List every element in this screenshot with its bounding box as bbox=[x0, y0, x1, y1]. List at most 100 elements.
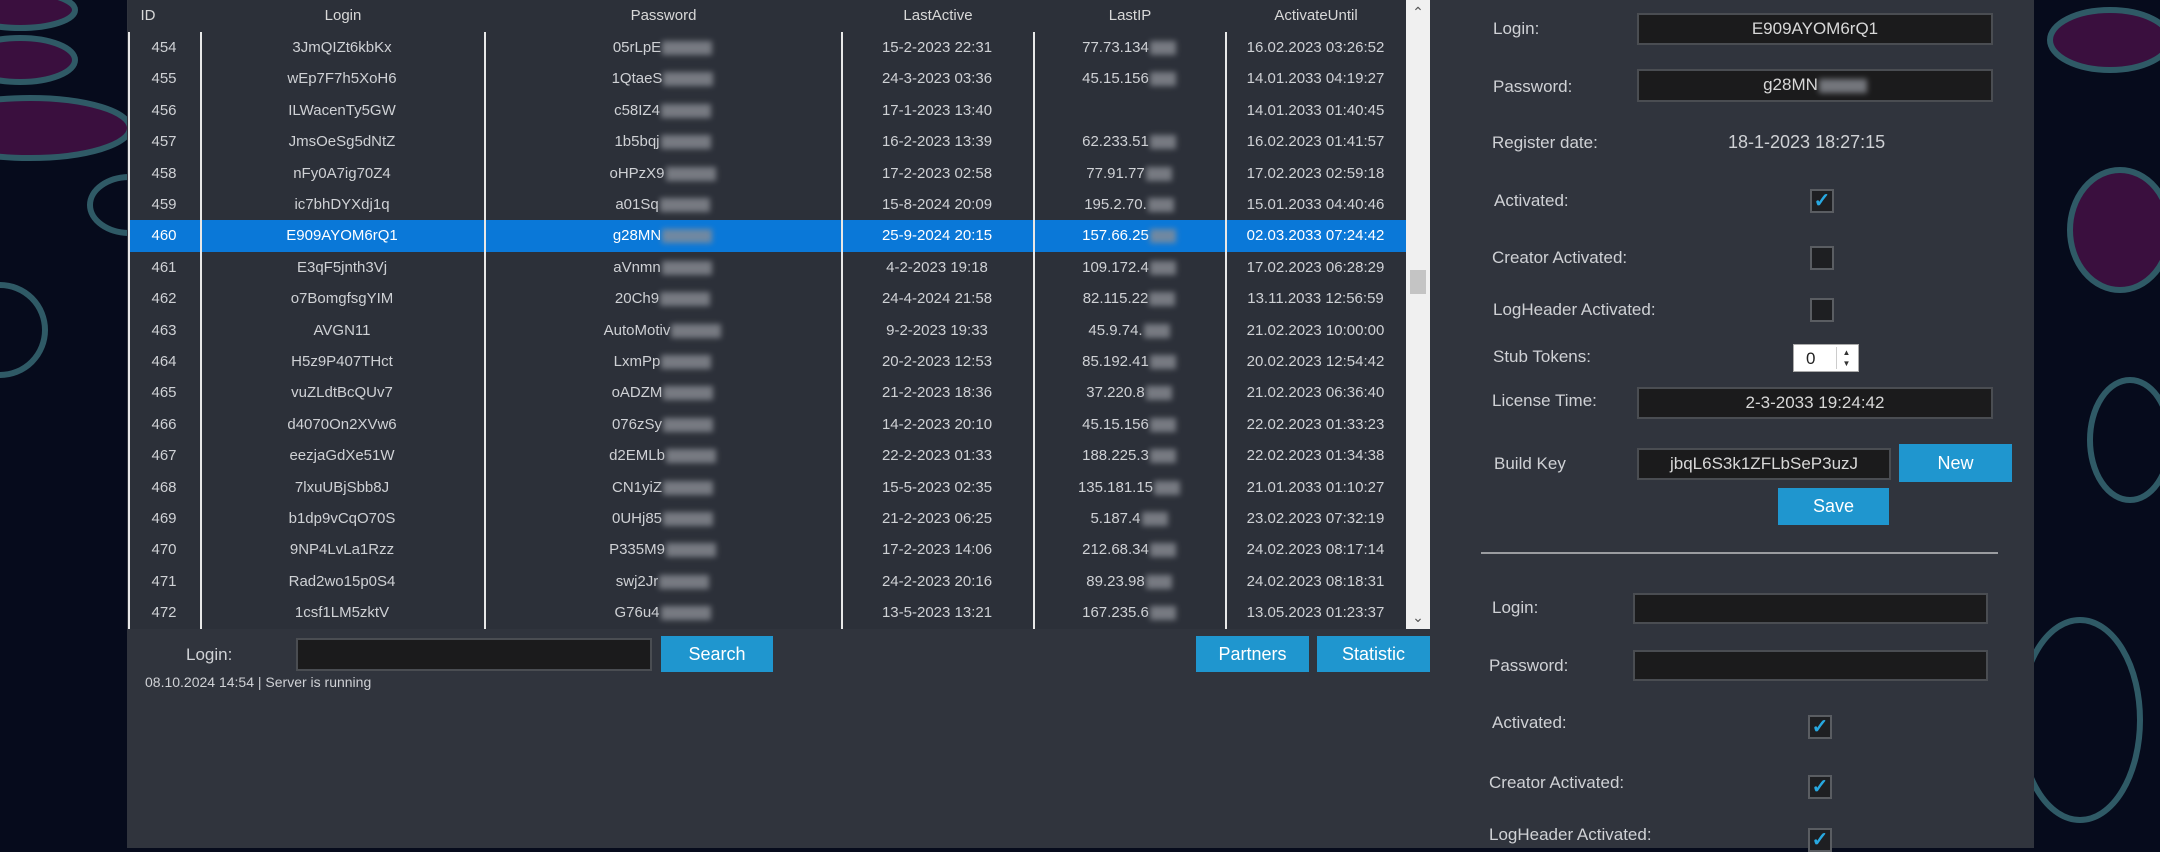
scroll-down-icon[interactable]: ⌄ bbox=[1406, 605, 1430, 629]
table-row[interactable]: 471 Rad2wo15p0S4 swj2Jr 24-2-2023 20:16 89.2… bbox=[128, 566, 1406, 597]
scroll-up-icon[interactable]: ⌃ bbox=[1406, 0, 1430, 24]
search-login-input[interactable] bbox=[296, 638, 652, 671]
cell-text: 05rLpE bbox=[612, 39, 662, 56]
table-row[interactable]: 459 ic7bhDYXdj1q a01Sq 15-8-2024 20:09 195.2… bbox=[128, 189, 1406, 220]
license-time-input[interactable]: 2-3-2033 19:24:42 bbox=[1637, 387, 1993, 419]
cell-text: d4070On2XVw6 bbox=[287, 415, 397, 433]
column-header-password[interactable]: Password bbox=[485, 0, 842, 32]
table-row[interactable]: 461 E3qF5jnth3Vj aVnmn 4-2-2023 19:18 109.17… bbox=[128, 252, 1406, 283]
cell-lastip: 167.235.6 bbox=[1033, 597, 1225, 628]
create-login-input[interactable] bbox=[1633, 593, 1988, 624]
cell-lastip: 212.68.34 bbox=[1033, 534, 1225, 565]
table-row[interactable]: 472 1csf1LM5zktV G76u4 13-5-2023 13:21 167.2… bbox=[128, 597, 1406, 628]
stepper-arrows-icon[interactable]: ▲ ▼ bbox=[1836, 347, 1856, 369]
table-row[interactable]: 470 9NP4LvLa1Rzz P335M9 17-2-2023 14:06 212.… bbox=[128, 534, 1406, 565]
cell-text: 468 bbox=[151, 478, 177, 496]
cell-text: 135.181.15 bbox=[1077, 478, 1154, 496]
cell-text: 0UHj85 bbox=[611, 510, 663, 527]
table-row[interactable]: 456 ILWacenTy5GW c58IZ4 17-1-2023 13:40 14.0… bbox=[128, 95, 1406, 126]
users-grid: ID Login Password LastActive LastIP Acti… bbox=[128, 0, 1430, 629]
cell-id: 472 bbox=[128, 597, 200, 628]
cell-text: 13.05.2023 01:23:37 bbox=[1246, 604, 1385, 622]
cell-password: aVnmn bbox=[484, 252, 841, 283]
table-row[interactable]: 457 JmsOeSg5dNtZ 1b5bqj 16-2-2023 13:39 62.2… bbox=[128, 126, 1406, 157]
table-row[interactable]: 454 3JmQIZt6kbKx 05rLpE 15-2-2023 22:31 77.7… bbox=[128, 32, 1406, 63]
scrollbar-thumb[interactable] bbox=[1410, 270, 1426, 294]
cell-text: 24-4-2024 21:58 bbox=[881, 290, 993, 308]
table-row[interactable]: 466 d4070On2XVw6 076zSy 14-2-2023 20:10 45.1… bbox=[128, 409, 1406, 440]
redaction-blur bbox=[665, 166, 716, 181]
create-logheader-checkbox[interactable]: ✓ bbox=[1808, 828, 1832, 852]
partners-button[interactable]: Partners bbox=[1196, 636, 1309, 672]
cell-text: 1csf1LM5zktV bbox=[294, 604, 390, 622]
cell-login: Rad2wo15p0S4 bbox=[200, 566, 484, 597]
column-divider bbox=[841, 32, 843, 629]
stub-tokens-label: Stub Tokens: bbox=[1493, 347, 1591, 366]
status-text: 08.10.2024 14:54 | Server is running bbox=[145, 674, 372, 690]
save-button[interactable]: Save bbox=[1778, 488, 1889, 525]
redaction-blur bbox=[1149, 417, 1176, 432]
cell-lastactive: 24-4-2024 21:58 bbox=[841, 283, 1033, 314]
create-logheader-label: LogHeader Activated: bbox=[1489, 825, 1652, 844]
cell-text: 17.02.2023 06:28:29 bbox=[1246, 258, 1385, 276]
cell-text: E909AYOM6rQ1 bbox=[286, 227, 398, 245]
create-activated-checkbox[interactable]: ✓ bbox=[1808, 715, 1832, 739]
cell-text: E3qF5jnth3Vj bbox=[296, 258, 388, 276]
table-row[interactable]: 465 vuZLdtBcQUv7 oADZM 21-2-2023 18:36 37.22… bbox=[128, 377, 1406, 408]
cell-text: 17-1-2023 13:40 bbox=[881, 101, 993, 119]
cell-login: H5z9P407THct bbox=[200, 346, 484, 377]
cell-lastip: 89.23.98 bbox=[1033, 566, 1225, 597]
edit-creator-checkbox[interactable] bbox=[1810, 246, 1834, 270]
create-creator-checkbox[interactable]: ✓ bbox=[1808, 775, 1832, 799]
cell-text: 22.02.2023 01:34:38 bbox=[1246, 447, 1385, 465]
new-build-key-button[interactable]: New bbox=[1899, 444, 2012, 482]
cell-id: 467 bbox=[128, 440, 200, 471]
stub-tokens-stepper[interactable]: 0 ▲ ▼ bbox=[1793, 344, 1859, 372]
edit-activated-checkbox[interactable]: ✓ bbox=[1810, 189, 1834, 213]
table-row[interactable]: 464 H5z9P407THct LxmPp 20-2-2023 12:53 85.19… bbox=[128, 346, 1406, 377]
statistic-button[interactable]: Statistic bbox=[1317, 636, 1430, 672]
table-row[interactable]: 467 eezjaGdXe51W d2EMLb 22-2-2023 01:33 188.… bbox=[128, 440, 1406, 471]
cell-login: d4070On2XVw6 bbox=[200, 409, 484, 440]
cell-text: LxmPp bbox=[613, 353, 661, 370]
redaction-blur bbox=[1145, 386, 1172, 401]
edit-logheader-checkbox[interactable] bbox=[1810, 298, 1834, 322]
table-row[interactable]: 462 o7BomgfsgYIM 20Ch9 24-4-2024 21:58 82.11… bbox=[128, 283, 1406, 314]
cell-lastactive: 15-2-2023 22:31 bbox=[841, 32, 1033, 63]
cell-lastip: 135.181.15 bbox=[1033, 472, 1225, 503]
cell-id: 466 bbox=[128, 409, 200, 440]
create-activated-label: Activated: bbox=[1492, 713, 1567, 732]
build-key-input[interactable]: jbqL6S3k1ZFLbSeP3uzJ bbox=[1637, 448, 1891, 480]
cell-activateuntil: 13.05.2023 01:23:37 bbox=[1225, 597, 1406, 628]
create-password-input[interactable] bbox=[1633, 650, 1988, 681]
table-row[interactable]: 463 AVGN11 AutoMotiv 9-2-2023 19:33 45.9.74.… bbox=[128, 315, 1406, 346]
cell-text: 076zSy bbox=[611, 415, 663, 433]
column-header-activateuntil[interactable]: ActivateUntil bbox=[1226, 0, 1406, 32]
table-row[interactable]: 468 7lxuUBjSbb8J CN1yiZ 15-5-2023 02:35 135.… bbox=[128, 472, 1406, 503]
column-header-lastip[interactable]: LastIP bbox=[1034, 0, 1226, 32]
grid-scrollbar[interactable]: ⌃ ⌄ bbox=[1406, 0, 1430, 629]
cell-lastip: 77.73.134 bbox=[1033, 32, 1225, 63]
edit-login-input[interactable]: E909AYOM6rQ1 bbox=[1637, 13, 1993, 45]
cell-text: 17-2-2023 14:06 bbox=[881, 541, 993, 559]
table-row[interactable]: 469 b1dp9vCqO70S 0UHj85 21-2-2023 06:25 5.18… bbox=[128, 503, 1406, 534]
cell-text: 4-2-2023 19:18 bbox=[886, 258, 988, 276]
table-row[interactable]: 458 nFy0A7ig70Z4 oHPzX9 17-2-2023 02:58 77.9… bbox=[128, 158, 1406, 189]
cell-password: G76u4 bbox=[484, 597, 841, 628]
column-header-id[interactable]: ID bbox=[128, 0, 168, 32]
cell-text: CN1yiZ bbox=[611, 478, 662, 496]
column-header-login[interactable]: Login bbox=[201, 0, 485, 32]
edit-password-input[interactable]: g28MN bbox=[1637, 69, 1993, 102]
cell-text: b1dp9vCqO70S bbox=[288, 510, 396, 527]
cell-activateuntil: 21.02.2023 10:00:00 bbox=[1225, 315, 1406, 346]
cell-id: 471 bbox=[128, 566, 200, 597]
column-header-lastactive[interactable]: LastActive bbox=[842, 0, 1034, 32]
cell-lastactive: 17-2-2023 02:58 bbox=[841, 158, 1033, 189]
table-row[interactable]: 455 wEp7F7h5XoH6 1QtaeS 24-3-2023 03:36 45.1… bbox=[128, 63, 1406, 94]
redaction-blur bbox=[663, 386, 714, 401]
table-row[interactable]: 460 E909AYOM6rQ1 g28MN 25-9-2024 20:15 157.6… bbox=[128, 220, 1406, 252]
search-button[interactable]: Search bbox=[661, 636, 773, 672]
create-password-label: Password: bbox=[1489, 656, 1569, 675]
cell-lastactive: 17-1-2023 13:40 bbox=[841, 95, 1033, 126]
cell-text: eezjaGdXe51W bbox=[289, 447, 395, 465]
